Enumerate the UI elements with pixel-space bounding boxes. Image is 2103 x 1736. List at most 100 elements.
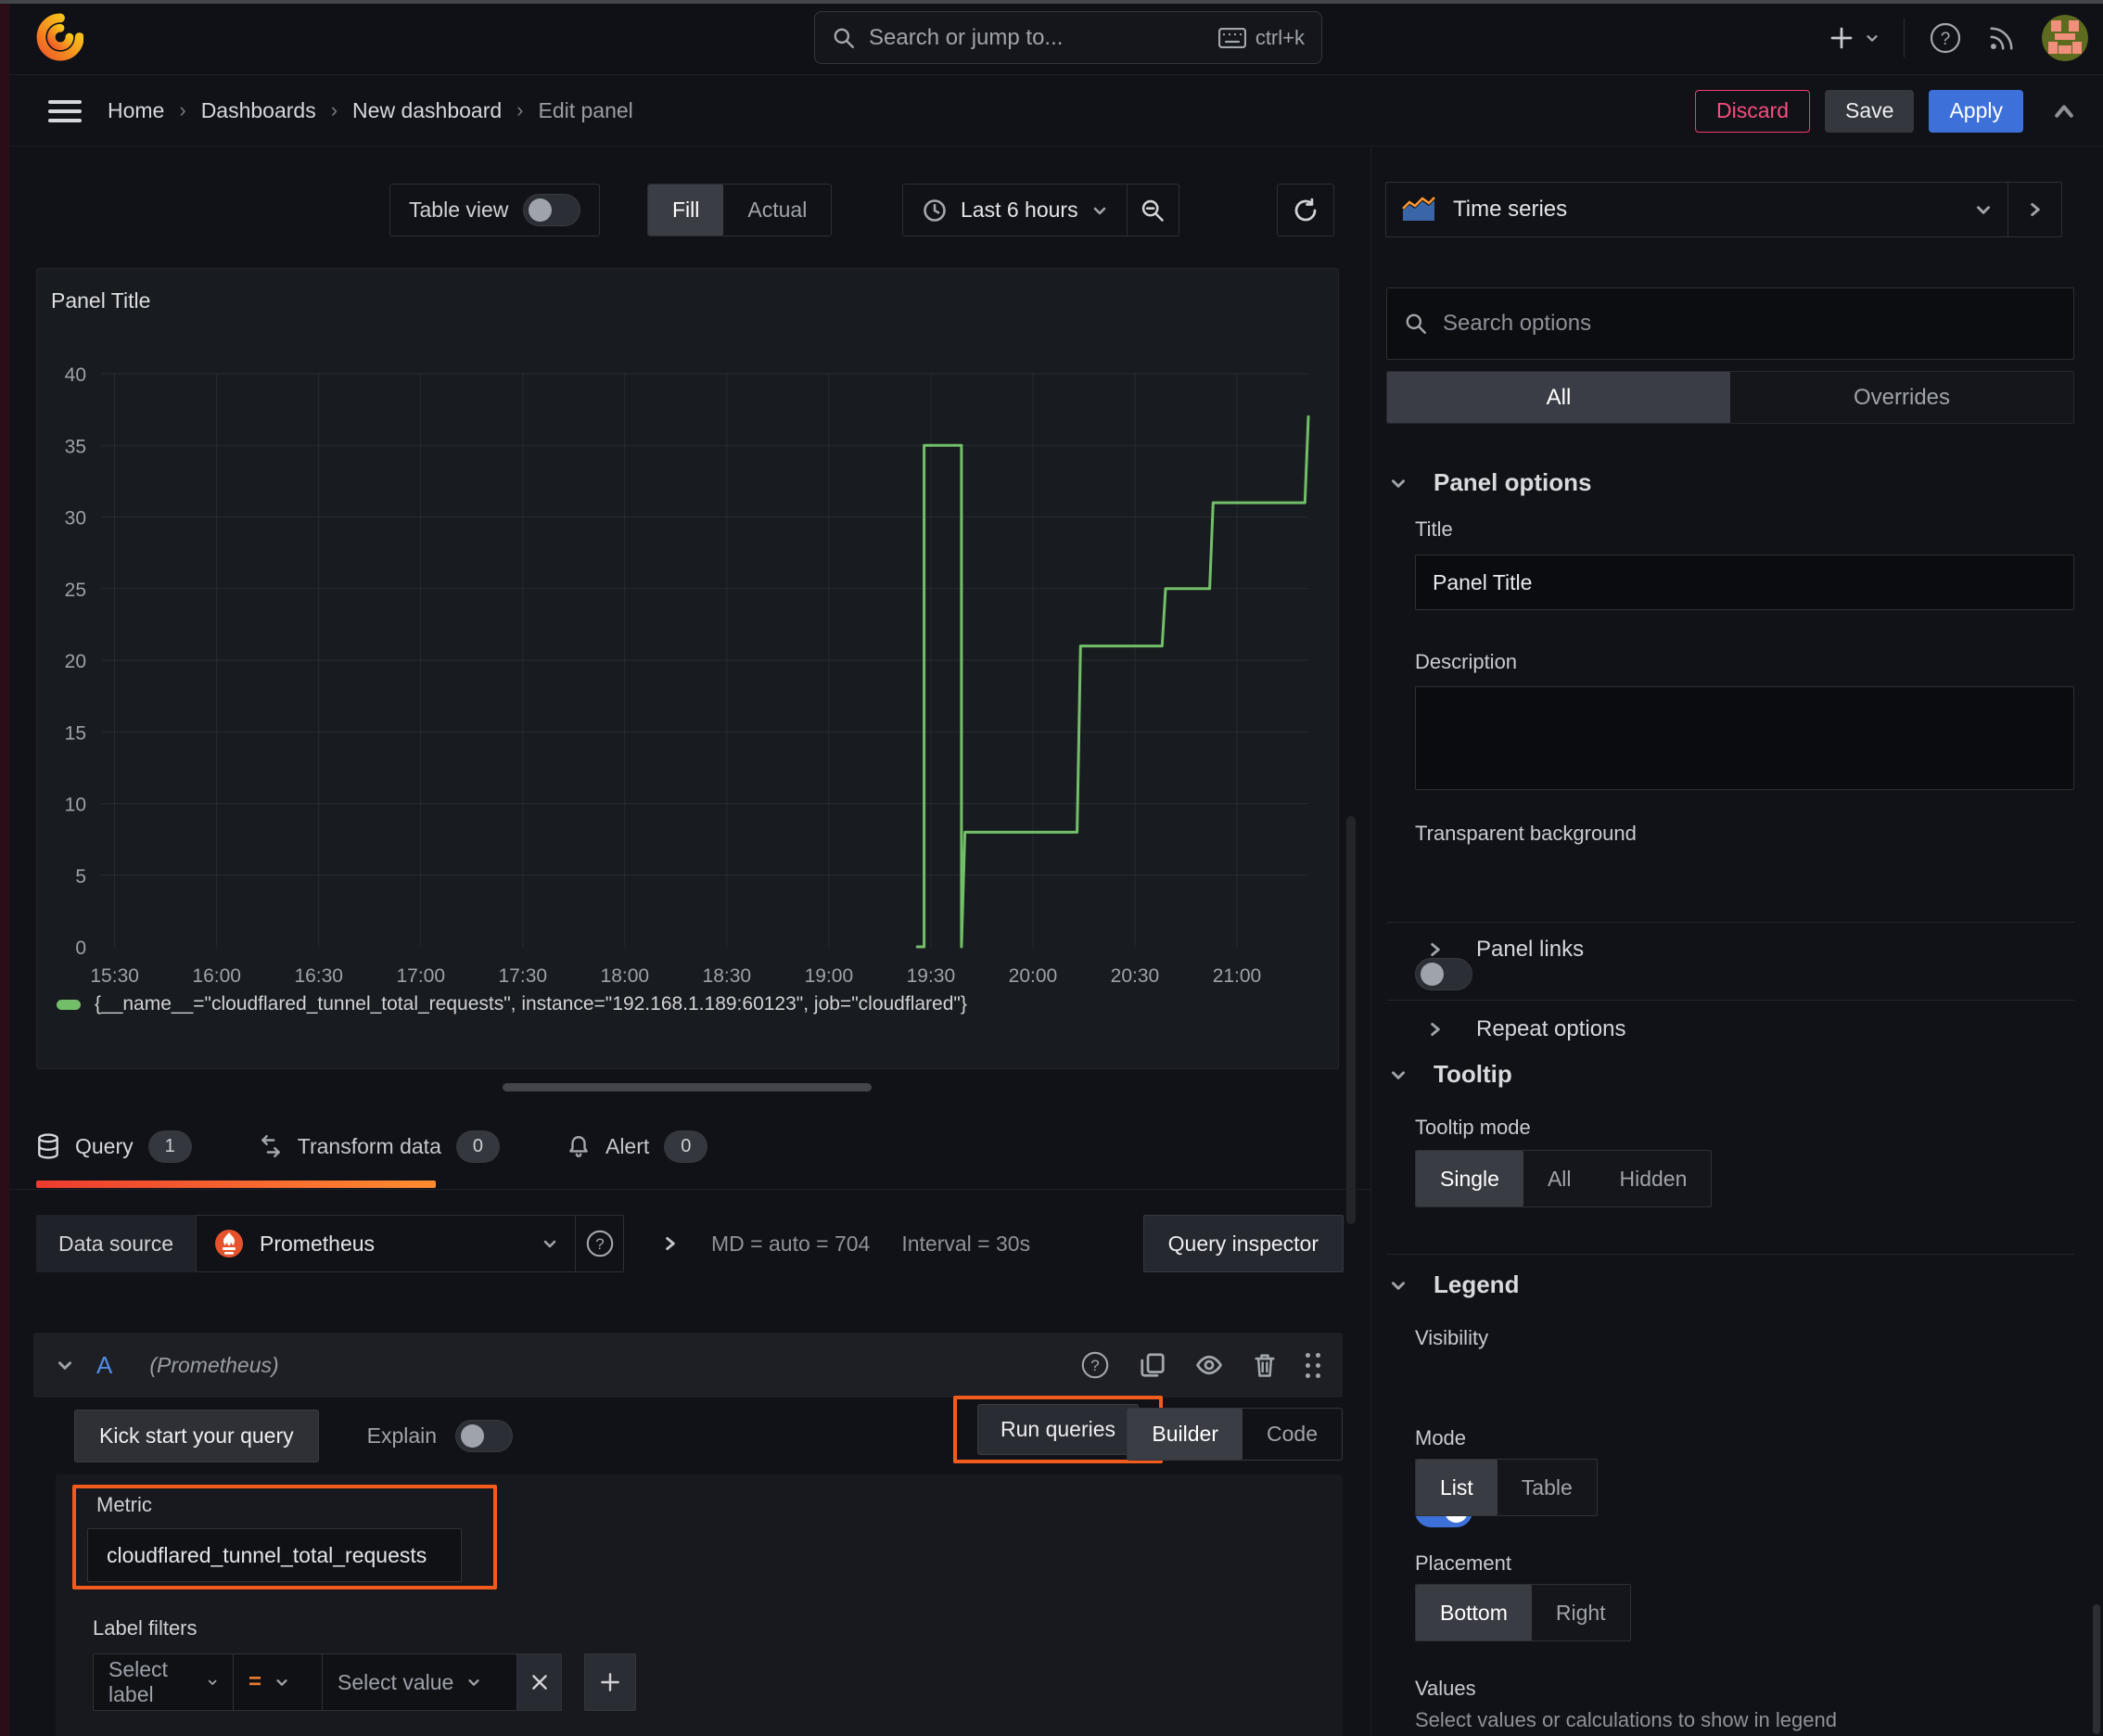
chevron-right-icon [2030, 203, 2040, 216]
drag-query-handle-icon[interactable] [1306, 1352, 1320, 1378]
select-value-dropdown[interactable]: Select value [323, 1653, 517, 1711]
breadcrumb-separator: › [516, 98, 524, 121]
query-ref-id[interactable]: A [96, 1351, 112, 1380]
tab-query[interactable]: Query 1 [36, 1117, 192, 1175]
collapse-query-icon[interactable] [56, 1356, 74, 1374]
code-option[interactable]: Code [1243, 1409, 1342, 1460]
table-view-label: Table view [409, 198, 509, 222]
visibility-label: Visibility [1415, 1326, 1489, 1349]
table-view-toggle[interactable] [523, 194, 581, 226]
news-button[interactable] [1986, 22, 2018, 54]
main-scrollbar[interactable] [1346, 816, 1356, 1224]
keyboard-icon [1217, 27, 1246, 48]
description-textarea[interactable] [1415, 686, 2074, 790]
legend-header[interactable]: Legend [1389, 1270, 1519, 1299]
tab-all[interactable]: All [1387, 372, 1730, 423]
table-view-toggle-group[interactable]: Table view [389, 184, 601, 236]
query-row-header[interactable]: A (Prometheus) ? [33, 1333, 1343, 1398]
operator-dropdown[interactable]: = [234, 1653, 323, 1711]
grafana-logo-icon[interactable] [35, 13, 83, 61]
time-range-button[interactable]: Last 6 hours [903, 185, 1127, 236]
explain-label: Explain [366, 1423, 438, 1448]
actual-option[interactable]: Actual [723, 185, 831, 236]
placement-right-option[interactable]: Right [1532, 1585, 1630, 1640]
fill-option[interactable]: Fill [648, 185, 724, 236]
top-bar: Search or jump to... ctrl+k ? [0, 0, 2103, 75]
interval[interactable]: Interval = 30s [901, 1232, 1030, 1257]
save-button[interactable]: Save [1825, 89, 1915, 133]
hide-query-icon[interactable] [1194, 1351, 1224, 1379]
builder-option[interactable]: Builder [1128, 1409, 1243, 1460]
time-series-chart[interactable]: 0 5 10 15 20 25 30 35 40 15:30 16:00 16:30 17:00 17:3… [37, 325, 1338, 988]
visualization-picker[interactable]: Time series [1385, 182, 2062, 237]
breadcrumb-dashboards[interactable]: Dashboards [201, 98, 316, 123]
panel-title[interactable]: Panel Title [51, 288, 150, 313]
viz-suggestions-button[interactable] [2007, 183, 2061, 236]
query-toolbar-row: Kick start your query Explain Run querie… [74, 1396, 1343, 1463]
tooltip-mode-label: Tooltip mode [1415, 1116, 1531, 1139]
chevron-down-icon [276, 1679, 287, 1686]
kick-start-button[interactable]: Kick start your query [74, 1409, 319, 1462]
chevron-down-icon [1392, 479, 1405, 488]
select-label-dropdown[interactable]: Select label [93, 1653, 234, 1711]
add-button[interactable] [1828, 24, 1880, 52]
tab-transform-badge: 0 [455, 1130, 500, 1163]
duplicate-query-icon[interactable] [1139, 1351, 1166, 1379]
datasource-help-button[interactable]: ? [576, 1215, 625, 1272]
tab-transform[interactable]: Transform data 0 [259, 1117, 500, 1175]
run-queries-button[interactable]: Run queries [976, 1404, 1140, 1455]
transparent-background-toggle[interactable] [1415, 958, 1472, 990]
chevron-right-icon [1431, 943, 1440, 956]
refresh-icon [1294, 198, 1317, 221]
time-range-picker: Last 6 hours [902, 184, 1179, 236]
tooltip-header[interactable]: Tooltip [1389, 1060, 1512, 1089]
legend-table-option[interactable]: Table [1498, 1460, 1597, 1515]
resize-drag-handle[interactable] [503, 1083, 872, 1091]
global-search-input[interactable]: Search or jump to... ctrl+k [814, 11, 1322, 64]
repeat-options-section[interactable]: Repeat options [1426, 1016, 1625, 1042]
datasource-picker[interactable]: Prometheus [196, 1215, 577, 1272]
help-button[interactable]: ? [1929, 21, 1962, 55]
metric-select[interactable]: cloudflared_tunnel_total_requests [87, 1528, 462, 1582]
legend-list-option[interactable]: List [1416, 1460, 1498, 1515]
apply-button[interactable]: Apply [1929, 89, 2023, 133]
tab-alert[interactable]: Alert 0 [567, 1117, 708, 1175]
collapse-toolbar-icon[interactable] [2051, 98, 2077, 124]
plus-icon [1830, 27, 1853, 48]
panel-options-header[interactable]: Panel options [1389, 468, 1591, 497]
chart-legend[interactable]: {__name__="cloudflared_tunnel_total_requ… [57, 993, 967, 1015]
svg-text:16:00: 16:00 [192, 965, 241, 987]
svg-text:18:30: 18:30 [703, 965, 752, 987]
discard-button[interactable]: Discard [1695, 89, 1811, 133]
refresh-button[interactable] [1277, 184, 1334, 236]
tooltip-all-option[interactable]: All [1523, 1151, 1596, 1206]
zoom-out-button[interactable] [1126, 185, 1179, 236]
max-data-points[interactable]: MD = auto = 704 [711, 1232, 870, 1257]
breadcrumb-home[interactable]: Home [108, 98, 164, 123]
svg-text:?: ? [1090, 1357, 1099, 1374]
svg-text:20:00: 20:00 [1009, 965, 1058, 987]
tab-query-label: Query [75, 1133, 134, 1158]
avatar[interactable] [2042, 14, 2088, 61]
tooltip-single-option[interactable]: Single [1416, 1151, 1523, 1206]
panel-title-input[interactable]: Panel Title [1415, 555, 2074, 610]
svg-text:17:00: 17:00 [396, 965, 445, 987]
placement-bottom-option[interactable]: Bottom [1416, 1585, 1532, 1640]
options-pane-scrollbar[interactable] [2093, 1604, 2100, 1734]
explain-toggle[interactable] [455, 1419, 514, 1452]
query-options-expand-icon[interactable] [661, 1234, 680, 1253]
search-icon [834, 28, 854, 48]
tab-overrides[interactable]: Overrides [1730, 372, 2073, 423]
add-filter-button[interactable] [584, 1653, 636, 1711]
query-inspector-button[interactable]: Query inspector [1142, 1215, 1344, 1272]
tooltip-hidden-option[interactable]: Hidden [1596, 1151, 1712, 1206]
options-search-input[interactable]: Search options [1386, 287, 2074, 360]
breadcrumb-new-dashboard[interactable]: New dashboard [352, 98, 502, 123]
transparent-background-label: Transparent background [1415, 822, 1637, 845]
panel-links-section[interactable]: Panel links [1426, 937, 1584, 963]
remove-filter-button[interactable] [517, 1653, 562, 1711]
delete-query-icon[interactable] [1252, 1351, 1278, 1379]
tab-transform-label: Transform data [297, 1133, 441, 1158]
query-help-icon[interactable]: ? [1079, 1349, 1111, 1381]
menu-button[interactable] [48, 96, 82, 124]
